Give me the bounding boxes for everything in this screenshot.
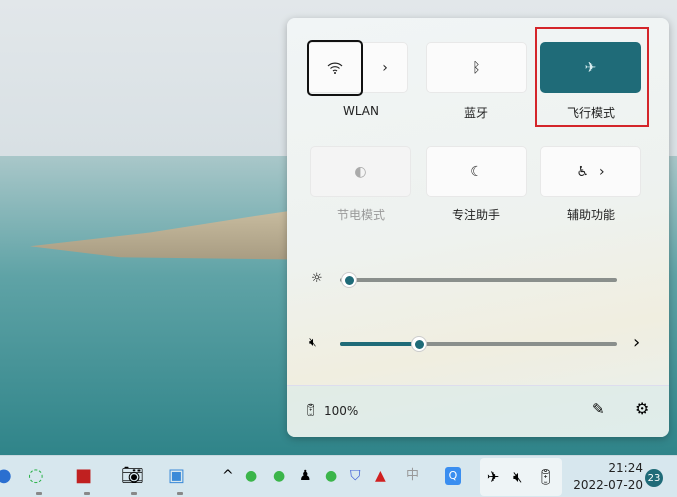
chevron-right-icon[interactable]: › (382, 60, 388, 76)
brightness-icon: ☼ (311, 271, 323, 286)
airplane-icon: ✈ (486, 468, 500, 486)
highlight-box (535, 27, 649, 127)
wechat-icon[interactable]: ● (245, 464, 257, 488)
app-red-people-icon[interactable]: ■ (75, 464, 92, 488)
shield-icon[interactable]: ⛉ (350, 464, 361, 488)
date: 2022-07-20 (573, 478, 643, 492)
quick-settings-panel: › WLAN ᛒ 蓝牙 ✈ 飞行模式 ◐ 节电模式 ☾ 专注助手 ♿︎ › 辅助功… (287, 18, 669, 437)
battery-icon: 🔋︎ (303, 403, 319, 417)
focus-assist-tile[interactable]: ☾ (426, 146, 527, 197)
taskbar: ● ◌ ■ 📷︎ ▣ ^ ● ● ♟ ● ⛉ ▲ 中 Q ✈ 🔇︎ 🔋︎ 21:… (0, 455, 677, 497)
bluetooth-label: 蓝牙 (463, 106, 488, 120)
battery-percent: 100% (324, 404, 359, 418)
input-method-icon[interactable]: 中 (406, 464, 419, 488)
wlan-label: WLAN (342, 104, 379, 118)
volume-slider-fill (340, 342, 420, 346)
battery-saver-icon: ◐ (354, 163, 367, 180)
settings-gear-icon[interactable]: ⚙ (635, 399, 649, 418)
app-red-arrow-icon[interactable]: ▲ (375, 464, 386, 488)
app-q-icon[interactable]: Q (445, 467, 461, 485)
brightness-slider[interactable] (340, 278, 617, 282)
quick-settings-footer: 🔋︎ 100% ✎ ⚙ (287, 385, 669, 437)
qq-penguin-icon[interactable]: ♟ (299, 464, 312, 488)
accessibility-icon: ♿︎ (576, 163, 589, 180)
battery-saver-label: 节电模式 (336, 208, 385, 222)
show-hidden-icons-chevron[interactable]: ^ (222, 464, 234, 488)
time: 21:24 (608, 461, 643, 475)
bluetooth-icon: ᛒ (472, 59, 481, 76)
wifi-icon (327, 62, 343, 74)
app-green-chat-icon[interactable]: ◌ (28, 464, 44, 488)
bluetooth-tile[interactable]: ᛒ (426, 42, 527, 93)
accessibility-tile[interactable]: ♿︎ › (540, 146, 641, 197)
chevron-right-icon[interactable]: › (633, 332, 640, 353)
focus-assist-label: 专注助手 (451, 208, 500, 222)
brightness-slider-thumb[interactable] (341, 272, 357, 288)
edit-pencil-icon[interactable]: ✎ (592, 400, 605, 418)
wechat-icon[interactable]: ● (325, 464, 337, 488)
volume-muted-icon[interactable]: 🔇︎ (309, 335, 317, 350)
wlan-toggle-button[interactable] (307, 40, 363, 96)
app-icon[interactable]: ● (0, 464, 12, 488)
camera-icon[interactable]: 📷︎ (121, 464, 144, 488)
chevron-right-icon[interactable]: › (599, 164, 605, 180)
system-tray-button[interactable]: ✈ 🔇︎ 🔋︎ (480, 458, 562, 496)
app-chart-icon[interactable]: ▣ (168, 464, 185, 488)
moon-icon: ☾ (470, 163, 483, 180)
clock[interactable]: 21:24 2022-07-20 (573, 460, 643, 494)
volume-muted-icon: 🔇︎ (513, 468, 523, 486)
wechat-icon[interactable]: ● (273, 464, 285, 488)
volume-slider-thumb[interactable] (411, 336, 427, 352)
battery-charging-icon: 🔋︎ (536, 468, 556, 486)
accessibility-label: 辅助功能 (566, 208, 615, 222)
notification-badge[interactable]: 23 (645, 469, 663, 487)
battery-saver-tile[interactable]: ◐ (310, 146, 411, 197)
